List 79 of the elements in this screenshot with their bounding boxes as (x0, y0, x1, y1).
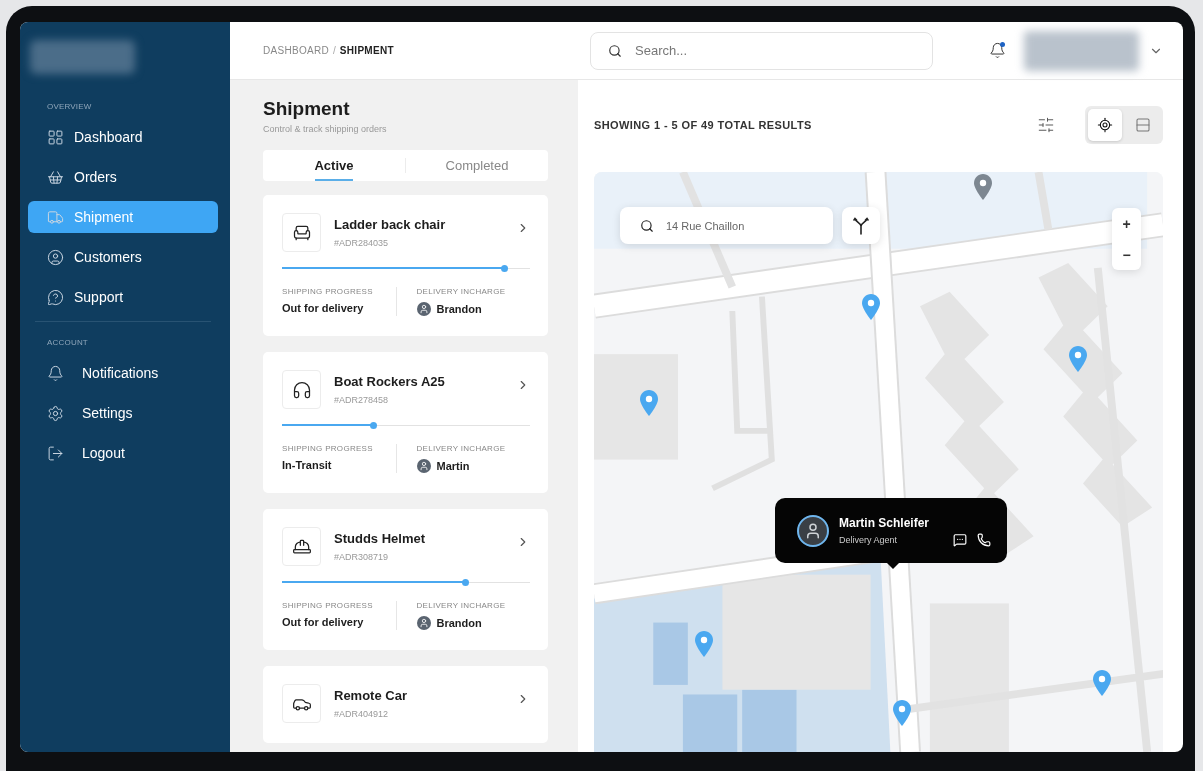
map-pin-icon[interactable] (640, 390, 658, 416)
avatar-icon (416, 616, 431, 630)
map-pin-icon[interactable] (1069, 346, 1087, 372)
nav-item[interactable]: Orders (28, 161, 218, 193)
gear-icon (47, 404, 64, 422)
filter-icon (1037, 116, 1055, 134)
map-pin-icon[interactable] (695, 631, 713, 657)
zoom-button[interactable]: − (1112, 239, 1141, 270)
nav-item[interactable]: Settings (28, 397, 218, 429)
nav-item[interactable]: Customers (28, 241, 218, 273)
field-label: DELIVERY INCHARGE (416, 444, 507, 453)
shipment-card[interactable]: Remote Car #ADR404912 (263, 666, 548, 743)
shipping-status: Out for delivery (282, 302, 365, 314)
tab[interactable]: Completed (405, 158, 548, 173)
map-pin-icon[interactable] (974, 174, 992, 200)
page-title: Shipment (263, 98, 351, 120)
zoom-button[interactable]: + (1112, 208, 1141, 239)
agent-role: Delivery Agent (839, 535, 899, 545)
order-id: #ADR404912 (334, 709, 390, 719)
field-label: DELIVERY INCHARGE (416, 601, 507, 610)
agent-name: Brandon (436, 617, 482, 629)
route-button[interactable] (842, 207, 880, 244)
search-field[interactable]: Search... (590, 31, 933, 70)
avatar-icon (416, 459, 431, 473)
basket-icon (47, 168, 64, 186)
help-icon (47, 288, 64, 306)
grid-icon (47, 128, 64, 146)
field-label: SHIPPING PROGRESS (282, 287, 374, 296)
nav-item[interactable]: Notifications (28, 357, 218, 389)
search-icon (608, 43, 622, 58)
phone-icon[interactable] (977, 533, 991, 547)
field-label: SHIPPING PROGRESS (282, 601, 374, 610)
map-pin-icon[interactable] (862, 294, 880, 320)
tab[interactable]: Active (263, 150, 405, 181)
rows-icon (1135, 117, 1151, 133)
product-name: Remote Car (334, 688, 408, 703)
field-label: DELIVERY INCHARGE (416, 287, 507, 296)
agent-name: Martin (436, 460, 470, 472)
locate-icon (1097, 117, 1113, 133)
map[interactable]: 14 Rue Chaillon + − Martin Schleifer Delivery Agent (594, 172, 1163, 752)
section-title: ACCOUNT (47, 338, 89, 347)
shipment-card[interactable]: Boat Rockers A25 #ADR278458 SHIPPING PROGRESS In-Transit DELIVERY INCHARGE Martin (263, 352, 548, 493)
agent-name: Martin Schleifer (839, 516, 930, 530)
shipping-status: In-Transit (282, 459, 333, 471)
section-title: OVERVIEW (47, 102, 93, 111)
bell-icon (47, 364, 64, 382)
order-id: #ADR278458 (334, 395, 390, 405)
map-view-button[interactable] (1088, 109, 1122, 141)
message-icon[interactable] (953, 533, 967, 547)
page-subtitle: Control & track shipping orders (263, 124, 388, 134)
breadcrumb-link[interactable]: DASHBOARD (263, 45, 330, 56)
product-name: Studds Helmet (334, 531, 426, 546)
product-name: Ladder back chair (334, 217, 447, 232)
shipment-card[interactable]: Studds Helmet #ADR308719 SHIPPING PROGRESS Out for delivery DELIVERY INCHARGE Brandon (263, 509, 548, 650)
shipping-status: Out for delivery (282, 616, 365, 628)
avatar-icon (416, 302, 431, 316)
product-name: Boat Rockers A25 (334, 374, 446, 389)
notification-bell-icon[interactable] (989, 42, 1006, 59)
map-search-field[interactable]: 14 Rue Chaillon (620, 207, 833, 244)
field-label: SHIPPING PROGRESS (282, 444, 374, 453)
order-id: #ADR284035 (334, 238, 390, 248)
avatar-icon (797, 514, 829, 547)
user-icon (47, 248, 64, 266)
results-summary: SHOWING 1 - 5 OF 49 TOTAL RESULTS (594, 119, 812, 131)
order-id: #ADR308719 (334, 552, 390, 562)
truck-icon (47, 208, 64, 226)
map-pin-icon[interactable] (1093, 670, 1111, 696)
agent-name: Brandon (436, 303, 482, 315)
nav-item[interactable]: Dashboard (28, 121, 218, 153)
headphones-icon (291, 379, 312, 400)
fork-icon (853, 216, 869, 235)
shipment-card[interactable]: Ladder back chair #ADR284035 SHIPPING PROGRESS Out for delivery DELIVERY INCHARGE Brandon (263, 195, 548, 336)
nav-item[interactable]: Support (28, 281, 218, 313)
breadcrumb-link[interactable]: SHIPMENT (339, 45, 394, 56)
nav-item[interactable]: Logout (28, 437, 218, 469)
map-pin-icon[interactable] (893, 700, 911, 726)
search-icon (640, 218, 654, 233)
breadcrumb-separator: / (333, 45, 336, 56)
logout-icon (47, 444, 64, 462)
